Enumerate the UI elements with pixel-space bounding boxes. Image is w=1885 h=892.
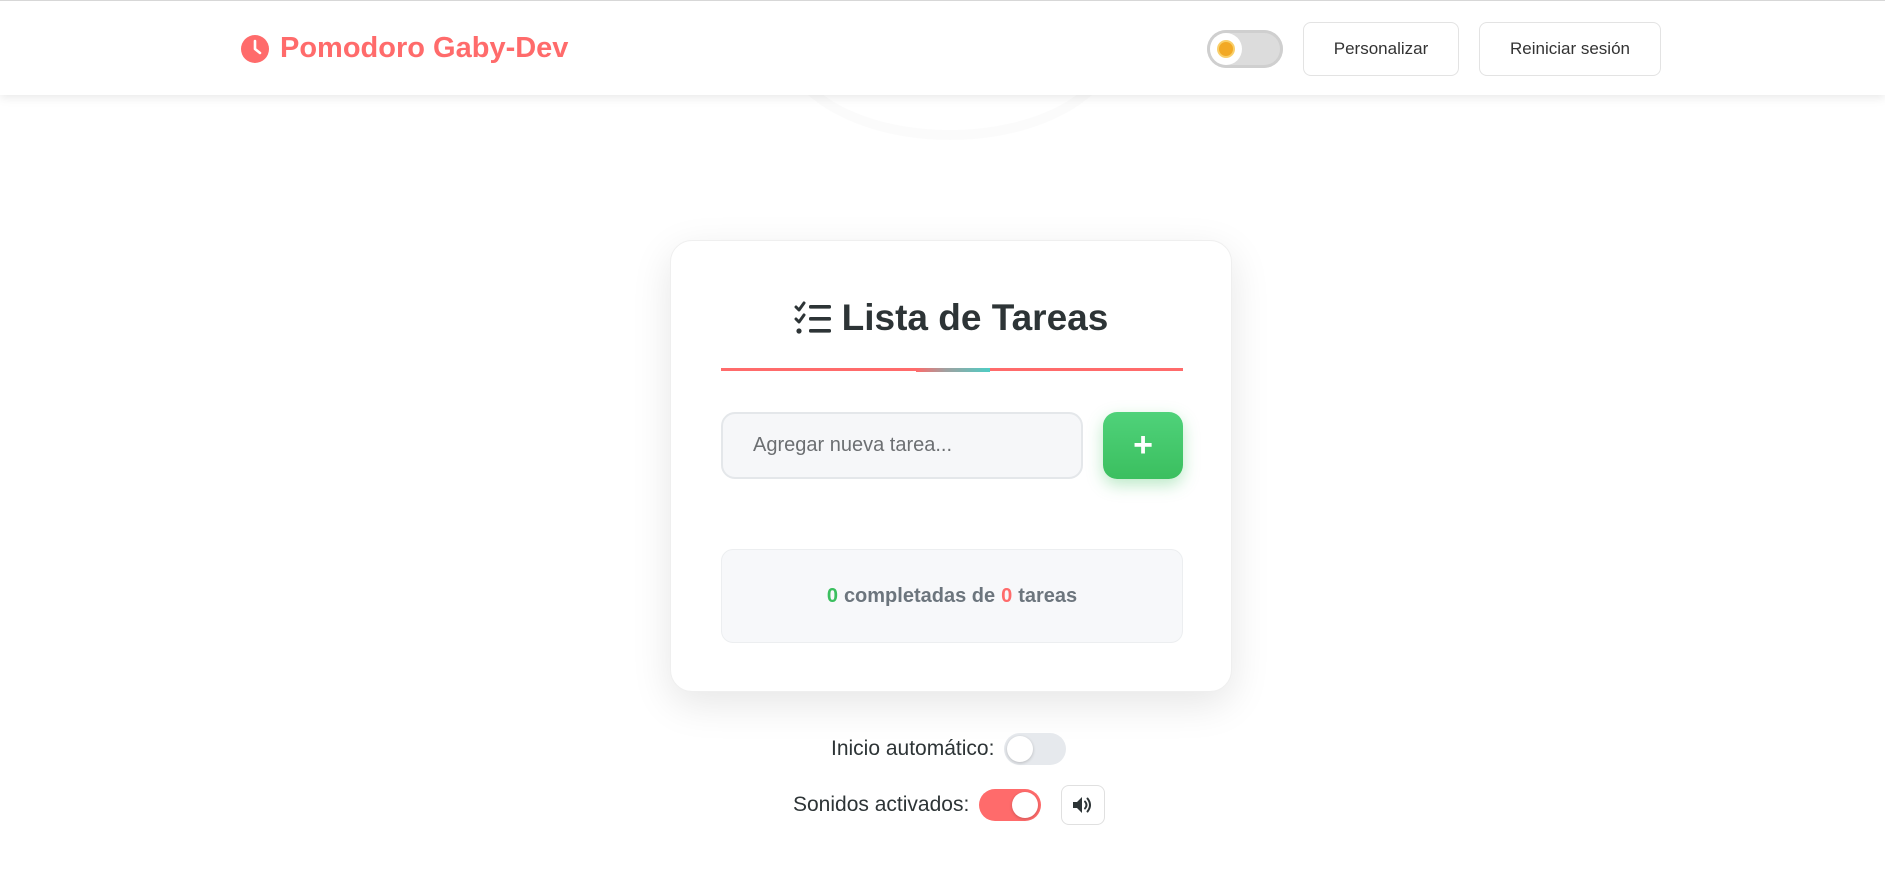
auto-start-toggle[interactable] [1004,733,1067,765]
customize-button[interactable]: Personalizar [1303,22,1459,76]
volume-button[interactable] [1061,785,1106,825]
brand: Pomodoro Gaby-Dev [240,32,568,65]
add-task-button[interactable]: + [1103,412,1183,479]
total-text: tareas [1018,584,1078,607]
theme-toggle[interactable] [1207,30,1283,68]
top-header: Pomodoro Gaby-Dev Personalizar Reiniciar… [0,0,1885,95]
reset-session-button[interactable]: Reiniciar sesión [1479,22,1661,76]
total-count: 0 [1001,584,1013,607]
completed-text: completadas de [843,584,996,607]
task-list-heading: Lista de Tareas [671,297,1231,339]
volume-icon [1073,797,1092,813]
task-list-title: Lista de Tareas [841,297,1109,338]
theme-toggle-knob [1210,33,1242,65]
task-stats: 0 completadas de 0 tareas [721,549,1183,643]
task-list-card: Lista de Tareas + 0 completadas de 0 tar… [670,240,1232,692]
auto-start-row: Inicio automático: [831,733,1067,765]
sounds-row: Sonidos activados: [793,785,1106,825]
toggle-knob [1012,792,1039,818]
new-task-input[interactable] [721,412,1083,479]
auto-start-label: Inicio automático: [831,737,995,760]
sounds-label: Sonidos activados: [793,793,970,816]
title-underline-accent [916,368,990,372]
checklist-icon [794,301,831,334]
clock-icon [241,34,269,63]
sun-icon [1219,42,1233,56]
sounds-toggle[interactable] [979,789,1042,821]
brand-title: Pomodoro Gaby-Dev [280,32,569,64]
completed-count: 0 [826,584,838,607]
toggle-knob [1007,736,1034,762]
